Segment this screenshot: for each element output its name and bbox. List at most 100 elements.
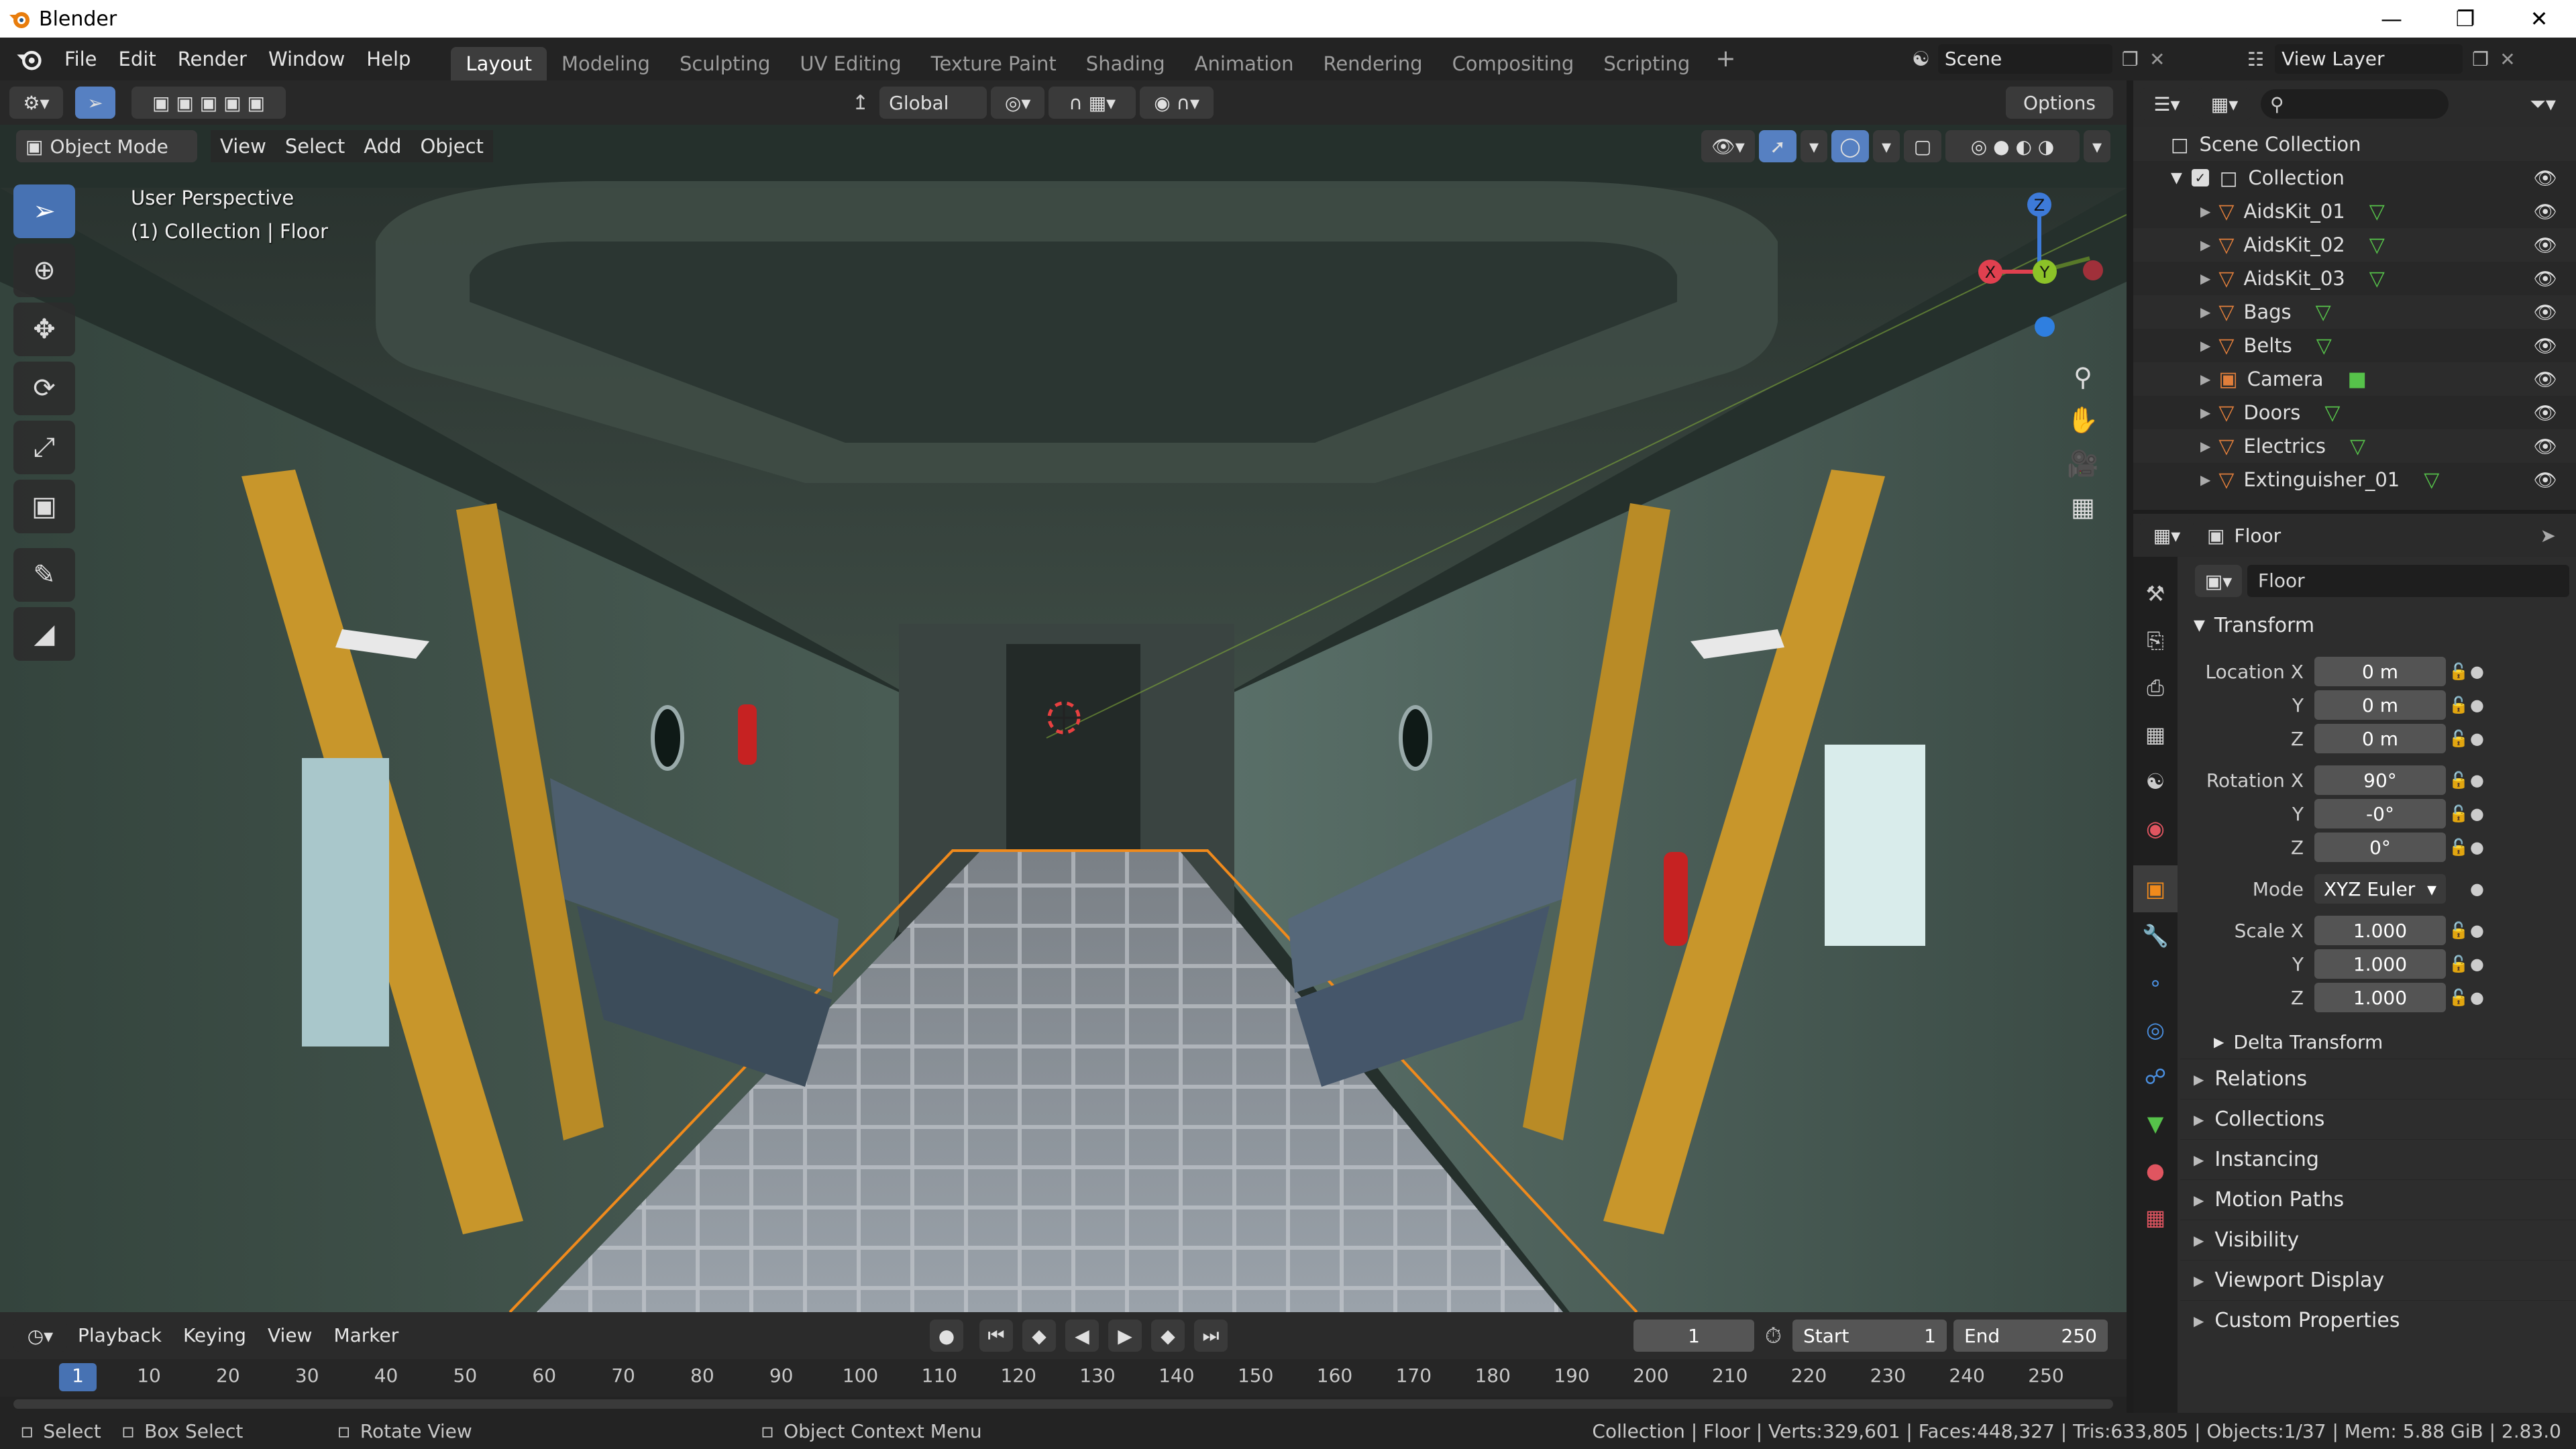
new-scene-icon[interactable]: ❐ [2122,48,2139,70]
zoom-icon[interactable]: ⚲ [2074,362,2092,392]
keyframe-dot-icon[interactable]: ● [2470,955,2484,973]
overlays-dropdown-icon[interactable]: ▾ [1873,130,1900,162]
keyframe-dot-icon[interactable]: ● [2470,729,2484,748]
snap-icon[interactable]: ∩ ▦▾ [1049,87,1136,119]
render-tab-icon[interactable]: ⎘ [2133,617,2178,664]
record-icon[interactable]: ● [930,1320,963,1352]
rotate-tool-icon[interactable]: ⟳ [13,362,75,415]
object-datablock-icon[interactable]: ▣▾ [2195,565,2242,597]
menu-file[interactable]: File [54,38,108,80]
outliner-item[interactable]: ▶ ▽ Bags ▽ 👁 [2133,295,2576,329]
delete-view-layer-icon[interactable]: ✕ [2500,48,2515,70]
tab-compositing[interactable]: Compositing [1438,47,1589,80]
menu-playback[interactable]: Playback [67,1314,172,1357]
scene-name-field[interactable]: Scene [1937,44,2112,74]
tab-modeling[interactable]: Modeling [547,47,665,80]
selection-mode-icons[interactable]: ▣ ▣ ▣ ▣ ▣ [131,87,286,119]
tab-uv-editing[interactable]: UV Editing [785,47,916,80]
physics-tab-icon[interactable]: ◎ [2133,1006,2178,1053]
rotation-x-field[interactable]: 90° [2314,765,2446,795]
texture-tab-icon[interactable]: ▦ [2133,1194,2178,1241]
tab-rendering[interactable]: Rendering [1308,47,1437,80]
minimize-icon[interactable]: — [2355,0,2428,38]
jump-end-icon[interactable]: ⏭ [1194,1320,1228,1352]
outliner-item[interactable]: ▶ ▽ AidsKit_01 ▽ 👁 [2133,195,2576,228]
scale-tool-icon[interactable]: ⤢ [13,421,75,474]
gizmo-dropdown-icon[interactable]: ▾ [1801,130,1827,162]
collection-row[interactable]: ▼ ✓ □ Collection 👁 [2133,161,2576,195]
rotation-y-field[interactable]: -0° [2314,799,2446,828]
tool-tab-icon[interactable]: ⚒ [2133,570,2178,617]
expand-arrow-icon[interactable]: ▶ [2200,203,2210,219]
scale-y-field[interactable]: 1.000 [2314,949,2446,979]
mesh-data-icon[interactable]: ▽ [2369,200,2385,223]
collection-checkbox[interactable]: ✓ [2191,169,2209,186]
expand-arrow-icon[interactable]: ▶ [2200,237,2210,253]
data-tab-icon[interactable]: ▼ [2133,1100,2178,1147]
select-box-tool-icon[interactable]: ➢ [13,184,75,238]
lock-icon[interactable]: 🔓 [2449,988,2469,1007]
keyframe-dot-icon[interactable]: ● [2470,921,2484,940]
expand-arrow-icon[interactable]: ▶ [2200,337,2210,354]
keyframe-dot-icon[interactable]: ● [2470,988,2484,1007]
particles-tab-icon[interactable]: ∘ [2133,959,2178,1006]
filter-icon[interactable]: ⏷▾ [2530,93,2556,116]
outliner-search-input[interactable]: ⚲ [2261,89,2449,119]
outliner-item[interactable]: ▶ ▽ AidsKit_03 ▽ 👁 [2133,262,2576,295]
tab-scripting[interactable]: Scripting [1589,47,1705,80]
timeline-scrollbar[interactable] [13,1399,2113,1409]
timeline-editor-type-icon[interactable]: ◷▾ [13,1320,67,1352]
overlays-toggle-icon[interactable]: ◯ [1831,130,1869,162]
current-frame-field[interactable]: 1 [1633,1320,1754,1352]
tab-layout[interactable]: Layout [451,47,547,80]
eye-icon[interactable]: 👁 [2533,301,2557,323]
rotation-mode-dropdown[interactable]: XYZ Euler ▾ [2314,874,2446,904]
properties-panel-header[interactable]: ▶ Collections [2180,1099,2576,1139]
mesh-data-icon[interactable]: ▽ [2324,401,2340,425]
menu-object[interactable]: Object [411,130,493,162]
properties-panel-header[interactable]: ▶ Viewport Display [2180,1260,2576,1300]
location-z-field[interactable]: 0 m [2314,724,2446,753]
perspective-toggle-icon[interactable]: ▦ [2071,492,2095,522]
editor-type-icon[interactable]: ⚙▾ [9,87,63,119]
properties-panel-header[interactable]: ▶ Instancing [2180,1139,2576,1179]
menu-timeline-view[interactable]: View [257,1314,323,1357]
shading-mode-icons[interactable]: ◎ ● ◐ ◑ [1945,130,2080,162]
menu-view[interactable]: View [211,130,276,162]
tab-sculpting[interactable]: Sculpting [665,47,785,80]
collapse-icon[interactable]: ▼ [2171,170,2182,186]
menu-help[interactable]: Help [356,38,421,80]
keyframe-dot-icon[interactable]: ● [2470,879,2484,898]
timeline-ruler[interactable]: 1 10 20 30 40 50 60 70 80 90 100 110 120 130 140 150 160… [0,1359,2127,1397]
3d-viewport[interactable]: ⚙▾ ➢ ▣ ▣ ▣ ▣ ▣ ↥ Global ◎▾ ∩ ▦▾ ◉ ∩▾ Opt… [0,80,2127,1312]
transform-tool-icon[interactable]: ▣ [13,480,75,533]
restore-icon[interactable]: ❐ [2428,0,2502,38]
camera-view-icon[interactable]: 🎥 [2067,449,2098,479]
select-mode-icon[interactable]: ➢ [75,87,115,119]
eye-icon[interactable]: 👁 [2533,402,2557,424]
scene-collection-row[interactable]: □ Scene Collection [2133,127,2576,161]
tab-shading[interactable]: Shading [1071,47,1180,80]
jump-start-icon[interactable]: ⏮ [979,1320,1013,1352]
menu-add[interactable]: Add [354,130,411,162]
object-name-field[interactable]: Floor [2247,565,2569,597]
close-icon[interactable]: ✕ [2502,0,2576,38]
expand-arrow-icon[interactable]: ▶ [2200,438,2210,454]
menu-marker[interactable]: Marker [323,1314,409,1357]
stopwatch-icon[interactable]: ⏱ [1765,1323,1782,1349]
eye-icon[interactable]: 👁 [2533,167,2557,189]
properties-editor-type-icon[interactable]: ▦▾ [2140,519,2194,551]
shading-dropdown-icon[interactable]: ▾ [2084,130,2110,162]
expand-arrow-icon[interactable]: ▶ [2200,270,2210,286]
expand-arrow-icon[interactable]: ▶ [2200,472,2210,488]
mesh-data-icon[interactable]: ▽ [2369,233,2385,257]
keyframe-dot-icon[interactable]: ● [2470,771,2484,790]
location-x-field[interactable]: 0 m [2314,657,2446,686]
annotate-tool-icon[interactable]: ✎ [13,548,75,602]
measure-tool-icon[interactable]: ◢ [13,607,75,661]
lock-icon[interactable]: 🔓 [2449,955,2469,973]
lock-icon[interactable]: 🔓 [2449,696,2469,714]
outliner-item[interactable]: ▶ ▽ AidsKit_02 ▽ 👁 [2133,228,2576,262]
scene-tab-icon[interactable]: ☯ [2133,758,2178,805]
eye-icon[interactable]: 👁 [2533,435,2557,458]
